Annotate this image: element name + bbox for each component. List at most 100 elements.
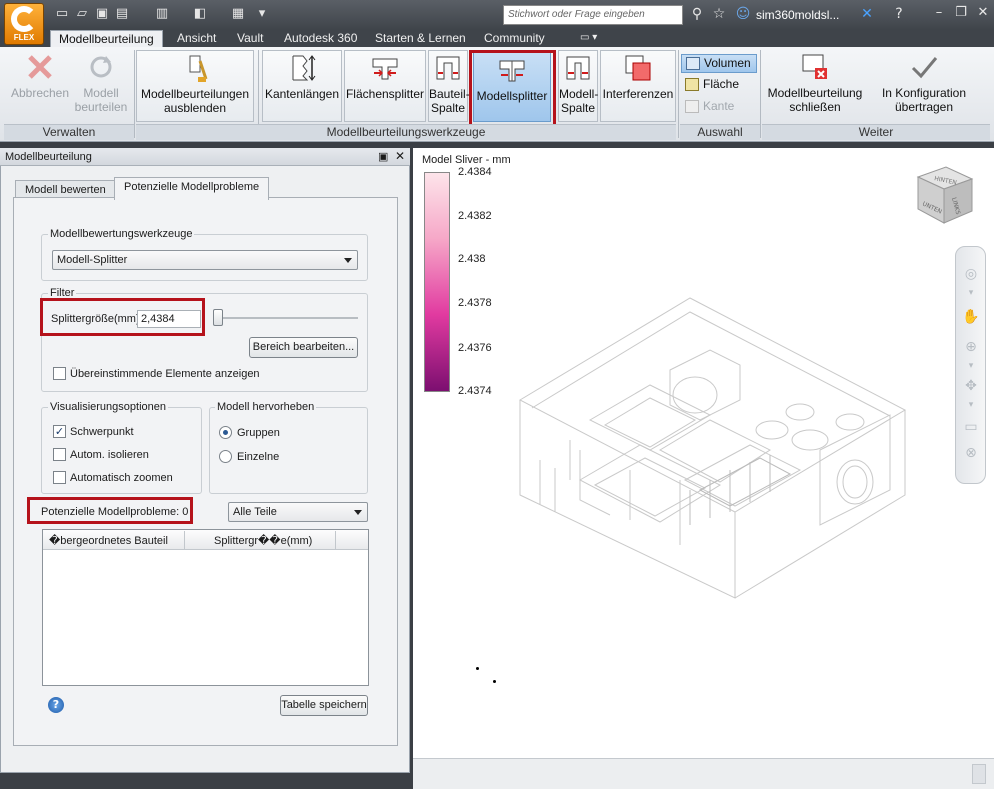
edit-range-button[interactable]: Bereich bearbeiten... (249, 337, 358, 358)
tab-vault[interactable]: Vault (229, 30, 271, 47)
auto-zoom-checkbox[interactable] (53, 471, 66, 484)
assess-model-button[interactable]: Modell beurteilen (72, 50, 130, 120)
ribbon-minimize-icon[interactable]: ▭ ▾ (572, 30, 605, 47)
checkmark-icon (911, 57, 938, 79)
float-panel-icon[interactable]: ▣ (378, 151, 388, 164)
cancel-icon (28, 55, 52, 79)
groups-radio[interactable] (219, 426, 232, 439)
face-icon (685, 78, 699, 91)
chevron-down-icon[interactable]: ▾ (962, 357, 980, 375)
matching-elements-checkbox[interactable] (53, 367, 66, 380)
hide-assessments-button[interactable]: Modellbeurteilungen ausblenden (136, 50, 254, 122)
chevron-down-icon[interactable]: ▾ (962, 396, 980, 414)
face-splitter-icon (372, 58, 398, 80)
table-header-parent-part[interactable]: �bergeordnetes Bauteil (49, 535, 168, 548)
tab-starten-lernen[interactable]: Starten & Lernen (367, 30, 474, 47)
tool-select[interactable]: Modell-Splitter (52, 250, 358, 270)
legend-tick: 2.4376 (458, 342, 492, 354)
edge-length-icon (292, 55, 316, 81)
steering-wheel-icon[interactable]: ◎ (962, 265, 980, 283)
model-gap-icon (566, 56, 590, 80)
group-separator (760, 50, 761, 138)
viewcube[interactable]: HINTEN UNTEN LINKS (912, 163, 978, 229)
tab-community[interactable]: Community (476, 30, 553, 47)
group-label-verwalten: Verwalten (4, 124, 134, 140)
legend-tick: 2.4374 (458, 385, 492, 397)
binoculars-icon[interactable]: ⚲ (688, 5, 706, 23)
parts-filter-select[interactable]: Alle Teile (228, 502, 368, 522)
tab-potential-problems[interactable]: Potenzielle Modellprobleme (114, 177, 270, 200)
tab-autodesk-360[interactable]: Autodesk 360 (276, 30, 365, 47)
navbar-close-icon[interactable]: ⊗ (962, 444, 980, 462)
highlight-model-legend: Modell hervorheben (215, 401, 317, 413)
project-icon[interactable]: ▥ (154, 6, 170, 22)
close-assessment-icon (802, 54, 827, 79)
app-logo-label: FLEX (13, 33, 35, 42)
tab-ansicht[interactable]: Ansicht (169, 30, 224, 47)
selection-face[interactable]: Fläche (681, 76, 757, 95)
close-icon[interactable]: ✕ (972, 3, 994, 23)
individual-label: Einzelne (237, 451, 280, 463)
individual-radio[interactable] (219, 450, 232, 463)
app-menu-button[interactable]: FLEX (4, 3, 44, 45)
close-assessment-button[interactable]: Modellbeurteilung schließen (763, 50, 867, 120)
part-gap-button[interactable]: Bauteil- Spalte (428, 50, 470, 122)
restore-icon[interactable]: ❐ (950, 3, 972, 23)
volume-icon (686, 57, 700, 70)
star-icon[interactable]: ☆ (710, 5, 728, 23)
auto-zoom-label: Automatisch zoomen (70, 472, 173, 484)
open-icon[interactable]: ▱ (74, 6, 90, 22)
help-icon[interactable]: ? (890, 5, 908, 23)
face-splitter-button[interactable]: Flächensplitter (344, 50, 426, 122)
model-wireframe[interactable] (510, 290, 920, 600)
dropdown-icon[interactable]: ▾ (254, 6, 270, 22)
pan-icon[interactable]: ✋ (962, 308, 980, 326)
center-of-gravity-checkbox[interactable]: ✓ (53, 425, 66, 438)
save-table-button[interactable]: Tabelle speichern (280, 695, 368, 716)
edge-lengths-button[interactable]: Kantenlängen (262, 50, 342, 122)
color-scale-bar (424, 172, 450, 392)
table-header-divider (335, 531, 336, 549)
group-label-selection: Auswahl (680, 124, 760, 140)
selection-edge[interactable]: Kante (681, 98, 757, 117)
tab-modellbeurteilung[interactable]: Modellbeurteilung (50, 30, 163, 47)
tools-legend: Modellbewertungswerkzeuge (48, 228, 195, 240)
chevron-down-icon[interactable]: ▾ (962, 284, 980, 302)
search-input[interactable]: Stichwort oder Frage eingeben (503, 5, 683, 25)
save-as-icon[interactable]: ▤ (114, 6, 130, 22)
interferences-button[interactable]: Interferenzen (600, 50, 676, 122)
save-icon[interactable]: ▣ (94, 6, 110, 22)
look-at-icon[interactable]: ▭ (962, 418, 980, 436)
highlight-model-fieldset (209, 407, 368, 494)
minimize-icon[interactable]: – (928, 3, 950, 23)
user-name[interactable]: sim360moldsl... (756, 8, 839, 22)
viewport-dot (476, 667, 479, 670)
group-separator (678, 50, 679, 138)
splitter-slider-thumb[interactable] (213, 309, 223, 326)
model-gap-button[interactable]: Modell- Spalte (558, 50, 598, 122)
status-resize-grip[interactable] (972, 764, 986, 784)
new-icon[interactable]: ▭ (54, 6, 70, 22)
settings-icon[interactable]: ▦ (230, 6, 246, 22)
highlight-frame (40, 298, 205, 336)
orbit-icon[interactable]: ✥ (962, 377, 980, 395)
chevron-down-icon (344, 258, 352, 263)
view-icon[interactable]: ◧ (192, 6, 208, 22)
auto-isolate-checkbox[interactable] (53, 448, 66, 461)
cancel-button[interactable]: Abbrechen (8, 50, 72, 120)
title-bar (0, 0, 994, 30)
groups-label: Gruppen (237, 427, 280, 439)
splitter-slider-track (213, 317, 358, 319)
app-logo-icon (11, 6, 37, 32)
user-icon[interactable]: ☺ (734, 5, 752, 23)
legend-tick: 2.4384 (458, 166, 492, 178)
help-icon[interactable]: ? (48, 697, 64, 713)
zoom-icon[interactable]: ⊕ (962, 338, 980, 356)
close-panel-icon[interactable]: ✕ (395, 150, 405, 163)
x-icon[interactable]: ✕ (858, 5, 876, 23)
transfer-configuration-button[interactable]: In Konfiguration übertragen (872, 50, 976, 120)
selection-volume[interactable]: Volumen (681, 54, 757, 73)
matching-elements-label: Übereinstimmende Elemente anzeigen (70, 368, 260, 380)
problems-table[interactable] (42, 529, 369, 686)
table-header-splitter-size[interactable]: Splittergr��e(mm) (214, 535, 312, 548)
